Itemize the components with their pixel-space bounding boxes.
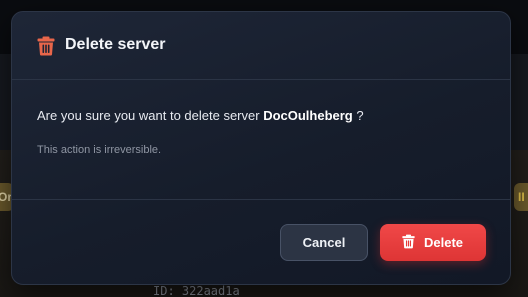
question-suffix: ? xyxy=(352,108,364,123)
background-right-chip: II xyxy=(514,183,528,211)
cancel-button[interactable]: Cancel xyxy=(280,224,368,261)
irreversible-warning: This action is irreversible. xyxy=(37,144,162,156)
dialog-body: Are you sure you want to delete server D… xyxy=(12,81,510,199)
dialog-title: Delete server xyxy=(65,36,166,53)
dialog-footer: Cancel Delete xyxy=(12,199,510,284)
trash-icon xyxy=(37,36,55,56)
background-server-id: ID: 322aad1a xyxy=(153,284,240,297)
server-name: DocOulheberg xyxy=(263,108,353,123)
trash-icon xyxy=(402,234,415,249)
question-prefix: Are you sure you want to delete server xyxy=(37,108,264,123)
dialog-header: Delete server xyxy=(12,12,510,80)
delete-server-dialog: Delete server Are you sure you want to d… xyxy=(11,11,511,285)
confirmation-question: Are you sure you want to delete server D… xyxy=(37,108,364,123)
delete-button-label: Delete xyxy=(424,235,464,250)
delete-button[interactable]: Delete xyxy=(380,224,486,261)
